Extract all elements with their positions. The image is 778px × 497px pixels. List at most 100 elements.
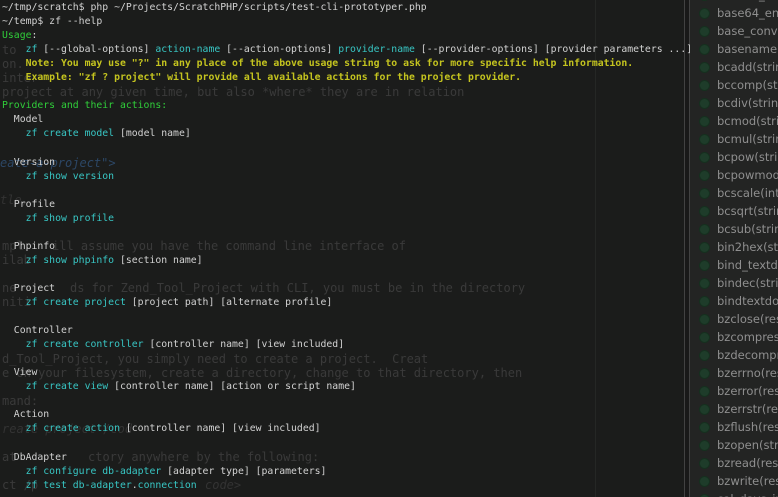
function-label: bcpow(string xyxy=(717,150,778,164)
terminal-text-segment: DbAdapter xyxy=(2,452,67,463)
function-label: bin2hex(strin xyxy=(717,240,778,254)
function-label: bindec(string xyxy=(717,276,778,290)
terminal-line xyxy=(2,226,692,240)
function-dot-icon xyxy=(699,314,710,325)
function-list-item[interactable]: basename(stri xyxy=(690,40,778,58)
terminal-line xyxy=(2,310,692,324)
function-label: bzerrstr(resou xyxy=(717,402,778,416)
terminal-text-segment xyxy=(2,128,26,139)
terminal-text-segment xyxy=(2,213,26,224)
function-label: base64_dec xyxy=(717,0,778,2)
function-label: bindtextdoma xyxy=(717,294,778,308)
function-list-item[interactable]: bzopen(string xyxy=(690,436,778,454)
terminal-text-segment: zf show phpinfo xyxy=(26,255,114,266)
terminal-line: ~/temp$ zf --help xyxy=(2,15,692,29)
function-list-item[interactable]: bzflush(resou xyxy=(690,418,778,436)
function-dot-icon xyxy=(699,404,710,415)
terminal-text-segment xyxy=(2,255,26,266)
terminal-text-segment: zf create action xyxy=(26,423,120,434)
terminal-line: Project xyxy=(2,282,692,296)
function-list-item[interactable]: bzerrno(resou xyxy=(690,364,778,382)
terminal-text-segment: [--global-options] xyxy=(37,44,155,55)
function-dot-icon xyxy=(699,206,710,217)
function-label: bzflush(resou xyxy=(717,420,778,434)
function-label: bcmod(string xyxy=(717,114,778,128)
terminal-text-segment: [controller name] [view included] xyxy=(144,339,345,350)
terminal-text-segment: zf configure db-adapter xyxy=(26,466,162,477)
function-list-item[interactable]: bzerror(resou xyxy=(690,382,778,400)
function-list-item[interactable]: bzerrstr(resou xyxy=(690,400,778,418)
function-label: bcscale(int $s xyxy=(717,186,778,200)
function-dot-icon xyxy=(699,350,710,361)
terminal-line: zf configure db-adapter [adapter type] [… xyxy=(2,465,692,479)
function-dot-icon xyxy=(699,8,710,19)
terminal-text-segment: Model xyxy=(2,114,43,125)
function-list-item[interactable]: bcadd(string xyxy=(690,58,778,76)
terminal-line xyxy=(2,268,692,282)
function-list-item[interactable]: bcdiv(string xyxy=(690,94,778,112)
function-label: bccomp(strin xyxy=(717,78,778,92)
terminal-text-segment: connection xyxy=(138,480,197,491)
function-list-item[interactable]: bcscale(int $s xyxy=(690,184,778,202)
terminal-text-segment xyxy=(2,466,26,477)
function-label: bzclose(resou xyxy=(717,312,778,326)
terminal-text-segment: [project path] [alternate profile] xyxy=(126,297,332,308)
function-list-item[interactable]: bzdecompres xyxy=(690,346,778,364)
terminal-text-segment: Usage xyxy=(2,30,32,41)
function-list-item[interactable]: bindec(string xyxy=(690,274,778,292)
terminal-line: View xyxy=(2,366,692,380)
function-list-item[interactable]: cal_days_in_m xyxy=(690,490,778,497)
terminal-text-segment: Example: "zf ? project" will provide all… xyxy=(2,72,521,83)
function-list-item[interactable]: bzclose(resou xyxy=(690,310,778,328)
function-list-item[interactable]: base_convert xyxy=(690,22,778,40)
function-list-item[interactable]: bcpow(string xyxy=(690,148,778,166)
terminal-line: zf create view [controller name] [action… xyxy=(2,380,692,394)
function-list-item[interactable]: bcpowmod(st xyxy=(690,166,778,184)
function-dot-icon xyxy=(699,116,710,127)
function-dot-icon xyxy=(699,422,710,433)
terminal-text-segment xyxy=(2,171,26,182)
function-dot-icon xyxy=(699,458,710,469)
function-list-item[interactable]: bzread(resou xyxy=(690,454,778,472)
function-list-item[interactable]: bin2hex(strin xyxy=(690,238,778,256)
function-list-item[interactable]: bind_textdom xyxy=(690,256,778,274)
terminal-line: Usage: xyxy=(2,29,692,43)
terminal-text-segment: Profile xyxy=(2,199,55,210)
terminal-text-segment: Controller xyxy=(2,325,73,336)
function-list-item[interactable]: bindtextdoma xyxy=(690,292,778,310)
terminal-text-segment: Providers and their actions: xyxy=(2,100,167,111)
terminal-line: zf create action [controller name] [view… xyxy=(2,422,692,436)
function-list-item[interactable]: bzwrite(resou xyxy=(690,472,778,490)
terminal-line: zf create controller [controller name] [… xyxy=(2,338,692,352)
terminal-text-segment: [model name] xyxy=(114,128,191,139)
terminal-line xyxy=(2,436,692,450)
terminal-text-segment: [section name] xyxy=(114,255,202,266)
function-dot-icon xyxy=(699,80,710,91)
function-dot-icon xyxy=(699,0,710,1)
terminal-text-segment: [controller name] [action or script name… xyxy=(108,381,356,392)
terminal-line: Phpinfo xyxy=(2,240,692,254)
terminal-text-segment: Project xyxy=(2,283,55,294)
function-label: bzdecompres xyxy=(717,348,778,362)
terminal-output[interactable]: ~/tmp/scratch$ php ~/Projects/ScratchPHP… xyxy=(2,1,692,493)
function-dot-icon xyxy=(699,44,710,55)
terminal-text-segment: Action xyxy=(2,409,49,420)
function-list-item[interactable]: bcmod(string xyxy=(690,112,778,130)
function-list-item[interactable]: bzcompress(s xyxy=(690,328,778,346)
terminal-text-segment: Phpinfo xyxy=(2,241,55,252)
function-list-item[interactable]: bcsqrt(string xyxy=(690,202,778,220)
function-label: bzwrite(resou xyxy=(717,474,778,488)
function-list-item[interactable]: bcmul(string xyxy=(690,130,778,148)
function-label: bzcompress(s xyxy=(717,330,778,344)
function-label: bcmul(string xyxy=(717,132,778,146)
terminal-text-segment: [--action-options] xyxy=(220,44,338,55)
function-list-item[interactable]: bccomp(strin xyxy=(690,76,778,94)
function-label: bcdiv(string xyxy=(717,96,778,110)
function-list-item[interactable]: base64_encod xyxy=(690,4,778,22)
function-dot-icon xyxy=(699,170,710,181)
terminal-text-segment xyxy=(2,339,26,350)
terminal-line: Version xyxy=(2,156,692,170)
terminal-line: DbAdapter xyxy=(2,451,692,465)
function-list-item[interactable]: bcsub(string xyxy=(690,220,778,238)
terminal-text-segment: Note: You may use "?" in any place of th… xyxy=(2,58,633,69)
